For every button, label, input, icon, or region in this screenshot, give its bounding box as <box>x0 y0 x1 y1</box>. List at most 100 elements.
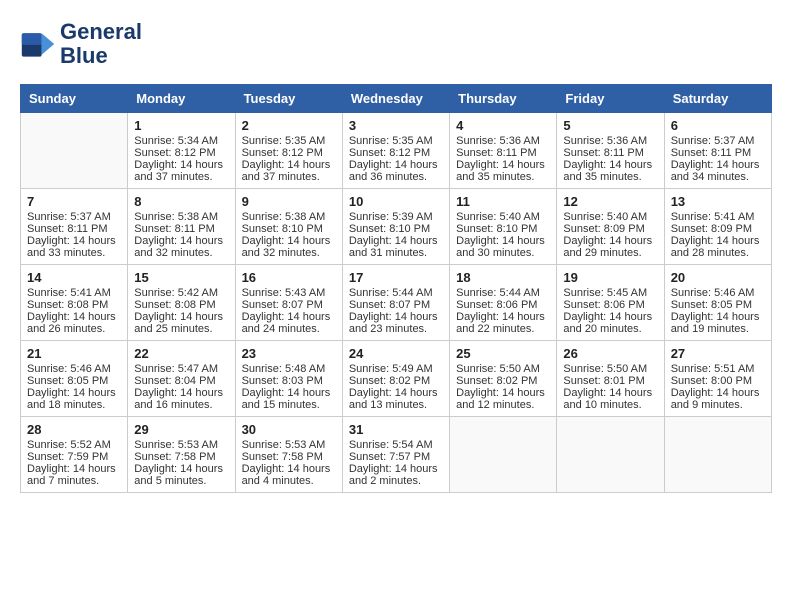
logo-icon <box>20 26 56 62</box>
day-number: 9 <box>242 194 336 209</box>
day-info: Sunset: 8:11 PM <box>27 223 121 235</box>
day-info: Sunset: 8:12 PM <box>134 147 228 159</box>
calendar-cell: 2Sunrise: 5:35 AMSunset: 8:12 PMDaylight… <box>235 113 342 189</box>
day-info: Daylight: 14 hours <box>242 463 336 475</box>
day-info: Sunset: 8:08 PM <box>27 299 121 311</box>
calendar-cell: 3Sunrise: 5:35 AMSunset: 8:12 PMDaylight… <box>342 113 449 189</box>
day-number: 24 <box>349 346 443 361</box>
day-info: and 26 minutes. <box>27 323 121 335</box>
day-number: 16 <box>242 270 336 285</box>
day-info: Sunrise: 5:40 AM <box>563 211 657 223</box>
calendar-week-1: 1Sunrise: 5:34 AMSunset: 8:12 PMDaylight… <box>21 113 772 189</box>
day-number: 27 <box>671 346 765 361</box>
day-info: and 9 minutes. <box>671 399 765 411</box>
day-number: 2 <box>242 118 336 133</box>
day-info: Sunset: 8:08 PM <box>134 299 228 311</box>
day-info: Sunset: 7:58 PM <box>134 451 228 463</box>
day-info: and 34 minutes. <box>671 171 765 183</box>
day-info: Sunset: 8:09 PM <box>671 223 765 235</box>
day-info: Daylight: 14 hours <box>456 387 550 399</box>
day-info: and 29 minutes. <box>563 247 657 259</box>
calendar-header-row: SundayMondayTuesdayWednesdayThursdayFrid… <box>21 85 772 113</box>
calendar-cell: 27Sunrise: 5:51 AMSunset: 8:00 PMDayligh… <box>664 341 771 417</box>
calendar-cell: 16Sunrise: 5:43 AMSunset: 8:07 PMDayligh… <box>235 265 342 341</box>
day-number: 28 <box>27 422 121 437</box>
day-number: 25 <box>456 346 550 361</box>
day-number: 30 <box>242 422 336 437</box>
day-number: 7 <box>27 194 121 209</box>
day-info: Daylight: 14 hours <box>134 463 228 475</box>
calendar-week-5: 28Sunrise: 5:52 AMSunset: 7:59 PMDayligh… <box>21 417 772 493</box>
page-header: General Blue <box>20 20 772 68</box>
day-info: and 2 minutes. <box>349 475 443 487</box>
calendar-cell <box>21 113 128 189</box>
day-info: and 22 minutes. <box>456 323 550 335</box>
day-info: Sunset: 7:58 PM <box>242 451 336 463</box>
day-info: Sunset: 8:11 PM <box>563 147 657 159</box>
weekday-header-sunday: Sunday <box>21 85 128 113</box>
day-info: Daylight: 14 hours <box>134 387 228 399</box>
day-info: Daylight: 14 hours <box>456 159 550 171</box>
day-info: Sunset: 8:05 PM <box>27 375 121 387</box>
calendar-cell: 25Sunrise: 5:50 AMSunset: 8:02 PMDayligh… <box>450 341 557 417</box>
day-info: Sunrise: 5:40 AM <box>456 211 550 223</box>
calendar-cell: 12Sunrise: 5:40 AMSunset: 8:09 PMDayligh… <box>557 189 664 265</box>
day-info: Sunrise: 5:44 AM <box>456 287 550 299</box>
day-info: Daylight: 14 hours <box>134 159 228 171</box>
calendar-cell: 28Sunrise: 5:52 AMSunset: 7:59 PMDayligh… <box>21 417 128 493</box>
calendar-cell: 10Sunrise: 5:39 AMSunset: 8:10 PMDayligh… <box>342 189 449 265</box>
calendar-cell <box>557 417 664 493</box>
calendar-cell: 31Sunrise: 5:54 AMSunset: 7:57 PMDayligh… <box>342 417 449 493</box>
day-info: Sunset: 7:59 PM <box>27 451 121 463</box>
day-info: Daylight: 14 hours <box>349 387 443 399</box>
day-info: Daylight: 14 hours <box>456 311 550 323</box>
day-info: and 19 minutes. <box>671 323 765 335</box>
day-info: Daylight: 14 hours <box>242 387 336 399</box>
day-info: Sunset: 8:11 PM <box>134 223 228 235</box>
calendar-cell: 7Sunrise: 5:37 AMSunset: 8:11 PMDaylight… <box>21 189 128 265</box>
day-info: Daylight: 14 hours <box>563 235 657 247</box>
day-info: and 32 minutes. <box>134 247 228 259</box>
day-number: 12 <box>563 194 657 209</box>
day-info: Daylight: 14 hours <box>349 463 443 475</box>
day-info: Sunrise: 5:53 AM <box>134 439 228 451</box>
day-info: Daylight: 14 hours <box>27 463 121 475</box>
day-info: Sunset: 8:06 PM <box>563 299 657 311</box>
day-info: and 35 minutes. <box>456 171 550 183</box>
day-info: and 18 minutes. <box>27 399 121 411</box>
calendar-cell: 13Sunrise: 5:41 AMSunset: 8:09 PMDayligh… <box>664 189 771 265</box>
day-number: 8 <box>134 194 228 209</box>
day-info: and 12 minutes. <box>456 399 550 411</box>
weekday-header-saturday: Saturday <box>664 85 771 113</box>
day-info: Sunset: 8:03 PM <box>242 375 336 387</box>
day-info: Daylight: 14 hours <box>349 159 443 171</box>
day-info: Sunrise: 5:39 AM <box>349 211 443 223</box>
day-info: Sunrise: 5:43 AM <box>242 287 336 299</box>
day-info: Daylight: 14 hours <box>671 387 765 399</box>
day-info: Sunrise: 5:36 AM <box>563 135 657 147</box>
day-info: Sunset: 8:05 PM <box>671 299 765 311</box>
day-info: Daylight: 14 hours <box>27 387 121 399</box>
day-number: 5 <box>563 118 657 133</box>
calendar-cell: 1Sunrise: 5:34 AMSunset: 8:12 PMDaylight… <box>128 113 235 189</box>
day-info: Sunset: 8:04 PM <box>134 375 228 387</box>
day-info: Sunrise: 5:49 AM <box>349 363 443 375</box>
day-number: 14 <box>27 270 121 285</box>
calendar-cell: 17Sunrise: 5:44 AMSunset: 8:07 PMDayligh… <box>342 265 449 341</box>
calendar-cell: 21Sunrise: 5:46 AMSunset: 8:05 PMDayligh… <box>21 341 128 417</box>
day-info: Sunset: 8:07 PM <box>242 299 336 311</box>
day-number: 26 <box>563 346 657 361</box>
day-info: and 16 minutes. <box>134 399 228 411</box>
day-info: and 30 minutes. <box>456 247 550 259</box>
day-number: 15 <box>134 270 228 285</box>
day-number: 18 <box>456 270 550 285</box>
calendar-cell: 22Sunrise: 5:47 AMSunset: 8:04 PMDayligh… <box>128 341 235 417</box>
day-info: Sunset: 8:12 PM <box>242 147 336 159</box>
day-info: Daylight: 14 hours <box>563 387 657 399</box>
day-number: 29 <box>134 422 228 437</box>
day-info: Sunset: 8:11 PM <box>456 147 550 159</box>
calendar-cell: 18Sunrise: 5:44 AMSunset: 8:06 PMDayligh… <box>450 265 557 341</box>
day-info: Daylight: 14 hours <box>671 311 765 323</box>
day-number: 21 <box>27 346 121 361</box>
day-info: and 10 minutes. <box>563 399 657 411</box>
